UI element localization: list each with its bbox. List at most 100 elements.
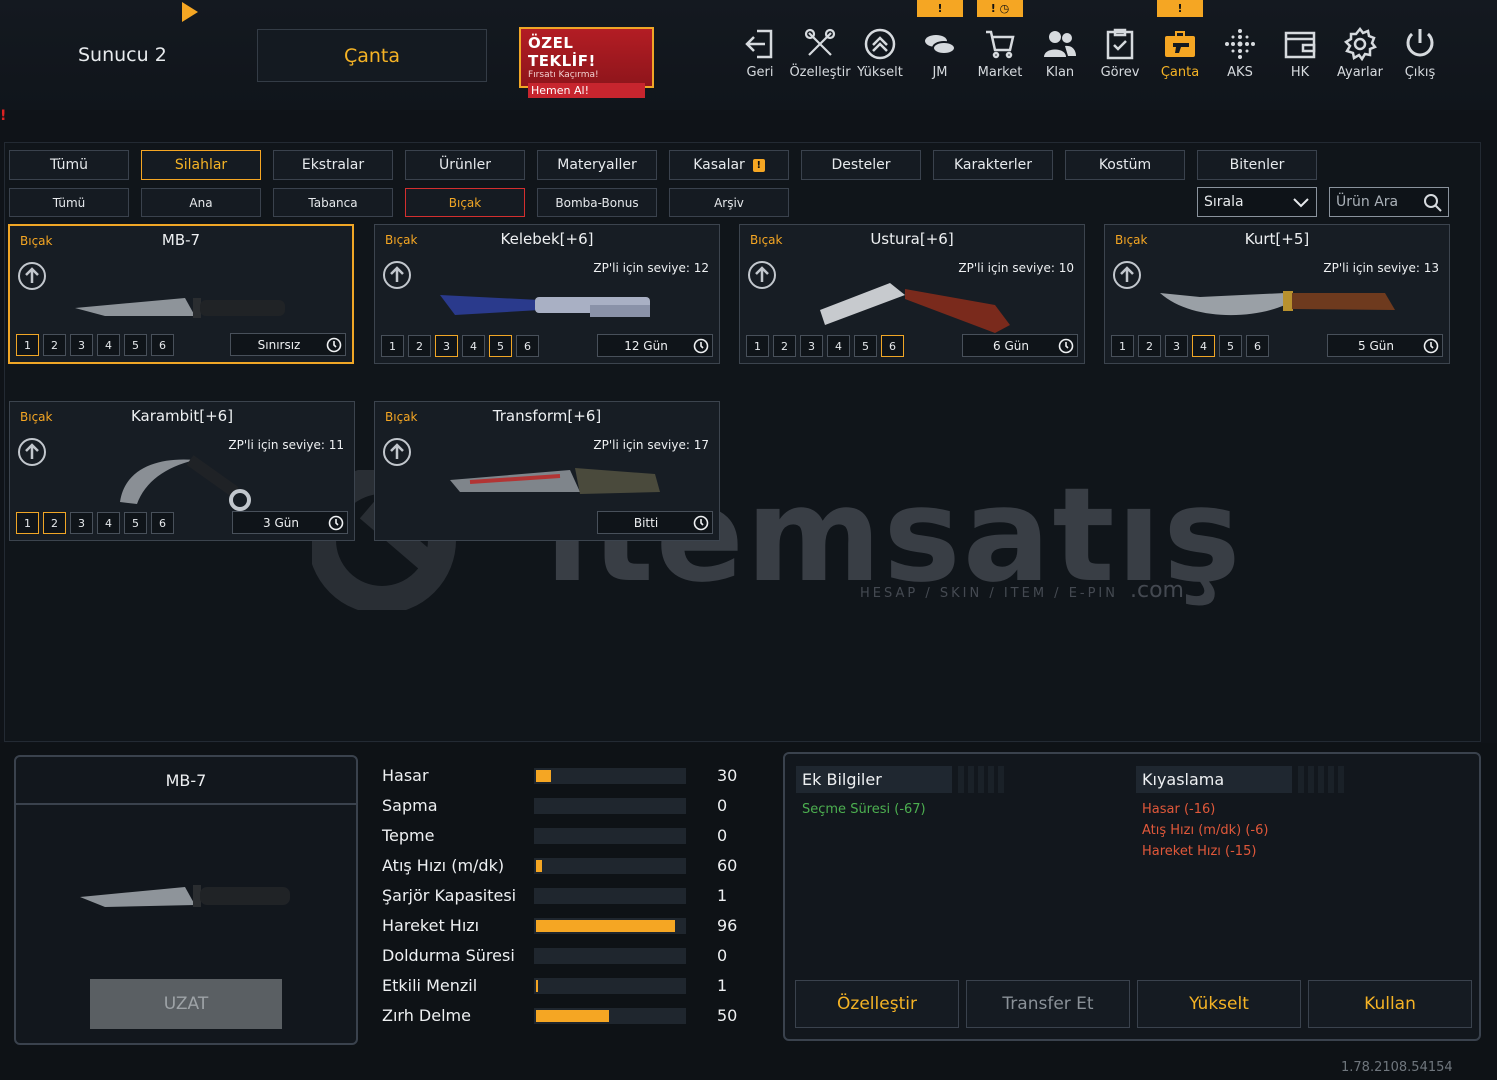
- slot-5[interactable]: 5: [489, 335, 512, 357]
- nav-market-button[interactable]: Market: [970, 27, 1030, 89]
- slot-5[interactable]: 5: [124, 512, 147, 534]
- slot-2[interactable]: 2: [43, 334, 66, 356]
- subtab-archive[interactable]: Arşiv: [669, 188, 789, 217]
- clan-icon: [1044, 31, 1076, 57]
- use-button[interactable]: Kullan: [1308, 980, 1472, 1028]
- tab-products[interactable]: Ürünler: [405, 150, 525, 180]
- slot-1[interactable]: 1: [1111, 335, 1134, 357]
- item-card-kelebek[interactable]: Bıçak Kelebek[+6] ZP'li için seviye: 12 …: [374, 224, 720, 364]
- transfer-button[interactable]: Transfer Et: [966, 980, 1130, 1028]
- slot-6[interactable]: 6: [881, 335, 904, 357]
- slot-2[interactable]: 2: [1138, 335, 1161, 357]
- slot-3[interactable]: 3: [70, 512, 93, 534]
- item-card-transform[interactable]: Bıçak Transform[+6] ZP'li için seviye: 1…: [374, 401, 720, 541]
- slot-4[interactable]: 4: [1192, 335, 1215, 357]
- slot-1[interactable]: 1: [746, 335, 769, 357]
- slot-3[interactable]: 3: [435, 335, 458, 357]
- nav-clan-button[interactable]: Klan: [1030, 27, 1090, 89]
- upgrade-arrow-icon[interactable]: [748, 261, 776, 289]
- tab-all[interactable]: Tümü: [9, 150, 129, 180]
- slot-3[interactable]: 3: [1165, 335, 1188, 357]
- chevron-down-icon: [1293, 198, 1309, 208]
- duration-box: 3 Gün: [232, 511, 348, 534]
- slot-4[interactable]: 4: [827, 335, 850, 357]
- nav-aks-button[interactable]: AKS: [1210, 27, 1270, 89]
- special-offer-banner[interactable]: ÖZEL TEKLİF! Fırsatı Kaçırma! Hemen Al!: [519, 27, 654, 98]
- tab-costume[interactable]: Kostüm: [1065, 150, 1185, 180]
- upgrade-arrow-icon[interactable]: [18, 262, 46, 290]
- compare-line: Atış Hızı (m/dk) (-6): [1142, 823, 1269, 838]
- slot-6[interactable]: 6: [151, 512, 174, 534]
- bag-header-tab[interactable]: Çanta: [257, 29, 487, 82]
- stat-value: 0: [717, 796, 728, 815]
- customize-button[interactable]: Özelleştir: [795, 980, 959, 1028]
- slot-6[interactable]: 6: [151, 334, 174, 356]
- subtab-pistol[interactable]: Tabanca: [273, 188, 393, 217]
- slot-5[interactable]: 5: [124, 334, 147, 356]
- tab-decks[interactable]: Desteler: [801, 150, 921, 180]
- slot-1[interactable]: 1: [381, 335, 404, 357]
- stat-bar: [534, 978, 686, 994]
- subtab-all[interactable]: Tümü: [9, 188, 129, 217]
- upgrade-arrow-icon[interactable]: [1113, 261, 1141, 289]
- slot-2[interactable]: 2: [43, 512, 66, 534]
- stat-bar-fill: [536, 1010, 609, 1022]
- slot-4[interactable]: 4: [97, 512, 120, 534]
- mission-icon: [1106, 28, 1134, 60]
- slot-2[interactable]: 2: [408, 335, 431, 357]
- subtab-main[interactable]: Ana: [141, 188, 261, 217]
- duration-box: Bitti: [597, 511, 713, 534]
- slot-1[interactable]: 1: [16, 334, 39, 356]
- nav-settings-button[interactable]: Ayarlar: [1330, 27, 1390, 89]
- extend-button[interactable]: UZAT: [90, 979, 282, 1029]
- slot-5[interactable]: 5: [1219, 335, 1242, 357]
- item-card-ustura[interactable]: Bıçak Ustura[+6] ZP'li için seviye: 10 1…: [739, 224, 1085, 364]
- slot-6[interactable]: 6: [516, 335, 539, 357]
- clock-icon: [328, 515, 344, 531]
- nav-mission-button[interactable]: Görev: [1090, 27, 1150, 89]
- upgrade-slots: 1 2 3 4 5 6: [381, 335, 539, 357]
- sort-dropdown[interactable]: Sırala: [1197, 187, 1317, 217]
- level-requirement: ZP'li için seviye: 12: [593, 261, 709, 275]
- tab-characters[interactable]: Karakterler: [933, 150, 1053, 180]
- slot-6[interactable]: 6: [1246, 335, 1269, 357]
- stat-value: 30: [717, 766, 738, 785]
- stat-bar-fill: [536, 770, 551, 782]
- upgrade-arrow-icon[interactable]: [18, 438, 46, 466]
- mb7-knife-icon: [75, 298, 285, 318]
- nav-upgrade-button[interactable]: Yükselt: [850, 27, 910, 89]
- nav-jm-button[interactable]: JM: [910, 27, 970, 89]
- extra-info-line: Seçme Süresi (-67): [802, 802, 926, 817]
- offer-cta: Hemen Al!: [528, 83, 645, 98]
- subtab-knife[interactable]: Bıçak: [405, 188, 525, 217]
- slot-4[interactable]: 4: [97, 334, 120, 356]
- tab-materials[interactable]: Materyaller: [537, 150, 657, 180]
- item-card-kurt[interactable]: Bıçak Kurt[+5] ZP'li için seviye: 13 1 2…: [1104, 224, 1450, 364]
- tab-extras[interactable]: Ekstralar: [273, 150, 393, 180]
- slot-2[interactable]: 2: [773, 335, 796, 357]
- item-card-karambit[interactable]: Bıçak Karambit[+6] ZP'li için seviye: 11…: [9, 401, 355, 541]
- slot-5[interactable]: 5: [854, 335, 877, 357]
- upgrade-button[interactable]: Yükselt: [1137, 980, 1301, 1028]
- slot-3[interactable]: 3: [800, 335, 823, 357]
- nav-exit-button[interactable]: Çıkış: [1390, 27, 1450, 89]
- slot-4[interactable]: 4: [462, 335, 485, 357]
- stat-bar-fill: [536, 980, 538, 992]
- slot-3[interactable]: 3: [70, 334, 93, 356]
- product-search-input[interactable]: Ürün Ara: [1329, 187, 1449, 217]
- tab-expired[interactable]: Bitenler: [1197, 150, 1317, 180]
- nav-back-button[interactable]: Geri: [730, 27, 790, 89]
- stat-bar: [534, 798, 686, 814]
- nav-customize-button[interactable]: Özelleştir: [789, 27, 851, 89]
- subtab-bomb-bonus[interactable]: Bomba-Bonus: [537, 188, 657, 217]
- stat-bar: [534, 768, 686, 784]
- upgrade-arrow-icon[interactable]: [383, 261, 411, 289]
- slot-1[interactable]: 1: [16, 512, 39, 534]
- nav-hk-button[interactable]: HK: [1270, 27, 1330, 89]
- nav-bag-button[interactable]: Çanta: [1150, 27, 1210, 89]
- tab-cases[interactable]: Kasalar!: [669, 150, 789, 180]
- tab-weapons[interactable]: Silahlar: [141, 150, 261, 180]
- power-icon: [1406, 29, 1434, 57]
- upgrade-arrow-icon[interactable]: [383, 438, 411, 466]
- item-card-mb7[interactable]: Bıçak MB-7 1 2 3 4 5 6 Sınırsız: [8, 224, 354, 364]
